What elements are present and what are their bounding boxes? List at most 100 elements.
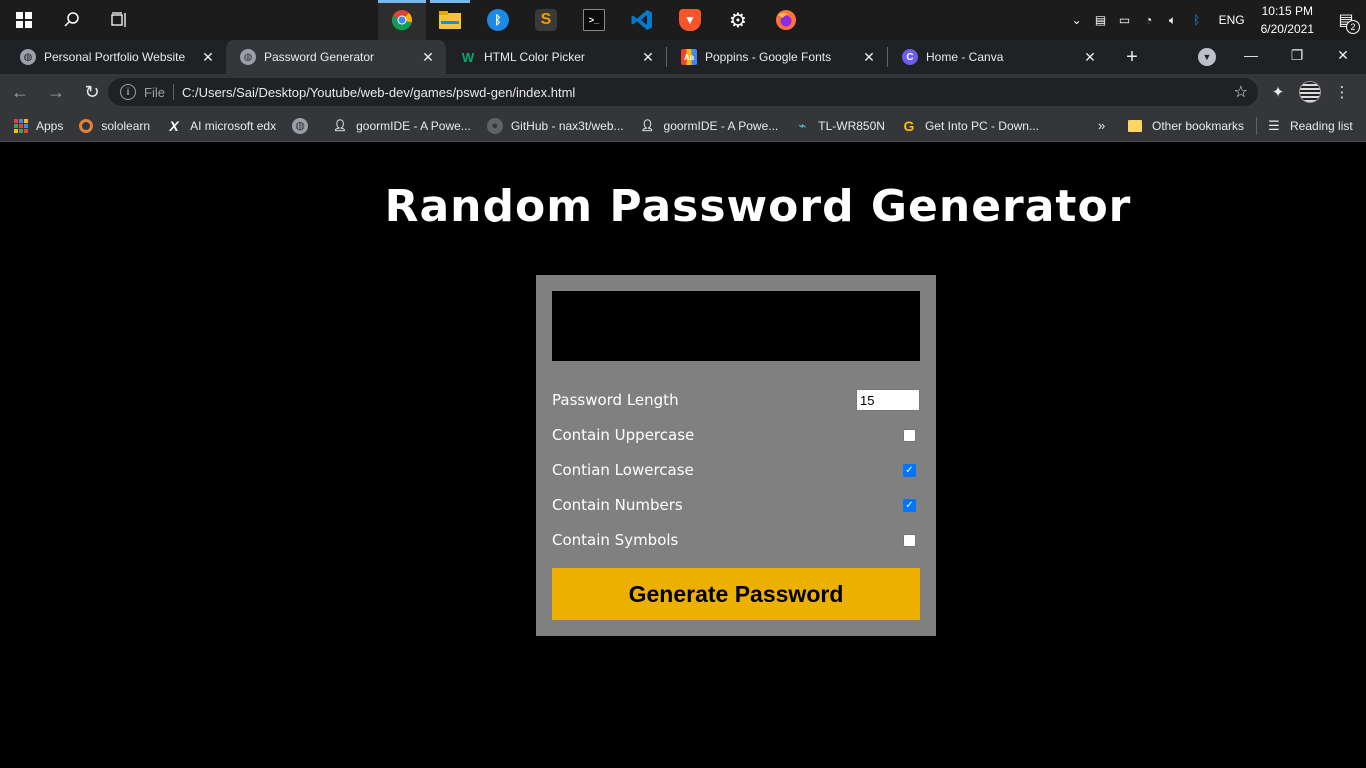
tab-search-icon[interactable]: ▼ [1198,48,1216,66]
reading-list[interactable]: ☰ Reading list [1266,118,1353,134]
url-text[interactable]: C:/Users/Sai/Desktop/Youtube/web-dev/gam… [182,85,575,100]
taskbar-chrome[interactable] [378,0,426,40]
tab-personal-portfolio[interactable]: ◍ Personal Portfolio Website ✕ [6,40,226,74]
bluetooth-tray-icon[interactable]: ᛒ [1185,0,1209,40]
chrome-icon [391,10,412,31]
wifi-icon[interactable]: ◔ [1137,0,1161,40]
close-icon[interactable]: ✕ [1082,49,1098,65]
tab-google-fonts[interactable]: Aa Poppins - Google Fonts ✕ [667,40,887,74]
taskbar-brave[interactable]: ▼ [666,0,714,40]
forward-icon[interactable]: → [40,76,72,108]
brave-icon: ▼ [679,9,701,31]
password-length-input[interactable] [856,389,920,411]
getintopc-icon: G [903,117,915,134]
setting-label: Contian Lowercase [552,461,694,479]
tab-strip: ◍ Personal Portfolio Website ✕ ◍ Passwor… [0,40,1366,74]
tab-password-generator[interactable]: ◍ Password Generator ✕ [226,40,446,74]
notification-center[interactable]: ▤ 2 [1326,0,1366,40]
tab-title: Home - Canva [926,50,1004,64]
minimize-icon[interactable]: — [1228,40,1274,70]
settings-icon: ⚙ [729,9,747,32]
close-icon[interactable]: ✕ [640,49,656,65]
profile-avatar[interactable] [1294,78,1326,106]
bookmark-tplink[interactable]: ⌁ TL-WR850N [794,118,885,134]
bookmark-label: GitHub - nax3t/web... [510,118,624,133]
star-icon[interactable]: ☆ [1234,82,1248,102]
taskbar-sublime[interactable]: S [522,0,570,40]
clock[interactable]: 10:15 PM 6/20/2021 [1255,2,1326,38]
lowercase-checkbox[interactable]: ✓ [903,463,916,477]
bookmark-label: TL-WR850N [818,118,885,133]
setting-label: Contain Symbols [552,531,679,549]
tab-title: Poppins - Google Fonts [705,50,832,64]
setting-symbols: Contain Symbols [552,528,920,552]
page-title: Random Password Generator [384,181,1132,232]
scheme-label: File [144,84,165,100]
chevron-up-icon[interactable]: ⌄ [1065,0,1089,40]
password-generator-card: Password Length Contain Uppercase Contia… [536,275,936,636]
setting-uppercase: Contain Uppercase [552,423,920,447]
bookmark-sololearn[interactable]: sololearn [79,118,150,133]
network-adapter-icon[interactable]: ▤ [1089,0,1113,40]
notification-count: 2 [1346,20,1360,34]
close-icon[interactable]: ✕ [200,49,216,65]
taskbar-vscode[interactable] [618,0,666,40]
symbols-checkbox[interactable] [903,533,916,547]
bookmark-goormide-2[interactable]: 👤︎ goormIDE - A Powe... [640,118,779,134]
window-close-icon[interactable]: ✕ [1320,40,1366,70]
github-icon: ● [486,117,503,134]
sublime-text-icon: S [535,9,557,31]
battery-icon[interactable]: ▭ [1113,0,1137,40]
uppercase-checkbox[interactable] [903,428,916,442]
search-icon[interactable] [48,0,96,40]
canva-icon: C [902,49,918,65]
system-tray: ⌄ ▤ ▭ ◔ 🔈︎ ᛒ ENG 10:15 PM 6/20/2021 ▤ 2 [1065,0,1366,40]
bookmark-goormide-1[interactable]: 👤︎ goormIDE - A Powe... [332,118,471,134]
info-icon[interactable]: i [120,84,136,100]
restore-icon[interactable]: ❐ [1274,40,1320,70]
bookmark-getintopc[interactable]: G Get Into PC - Down... [901,118,1039,134]
taskbar-firefox[interactable] [762,0,810,40]
password-result[interactable] [552,291,920,361]
generate-password-button[interactable]: Generate Password [552,568,920,620]
setting-label: Contain Uppercase [552,426,695,444]
close-icon[interactable]: ✕ [420,49,436,65]
tab-title: Password Generator [264,50,375,64]
extensions-icon[interactable]: ✦ [1262,78,1294,106]
bookmark-edx[interactable]: X AI microsoft edx [166,118,276,134]
volume-icon[interactable]: 🔈︎ [1161,0,1185,40]
taskbar-bluetooth[interactable]: ᛒ [474,0,522,40]
new-tab-button[interactable]: + [1118,43,1146,71]
setting-numbers: Contain Numbers ✓ [552,493,920,517]
bookmark-apps[interactable]: Apps [14,118,63,133]
taskbar-terminal[interactable]: >_ [570,0,618,40]
bookmark-github[interactable]: ● GitHub - nax3t/web... [486,117,624,134]
bookmark-globe[interactable]: ◍ [292,117,316,134]
apps-grid-icon [14,118,28,133]
reload-icon[interactable]: ↻ [76,76,108,108]
clock-date: 6/20/2021 [1260,22,1314,36]
tab-title: Personal Portfolio Website [44,50,186,64]
windows-start-icon[interactable] [0,0,48,40]
taskbar-settings[interactable]: ⚙ [714,0,762,40]
other-bookmarks[interactable]: Other bookmarks [1128,119,1244,133]
task-view-icon[interactable] [96,0,144,40]
tab-html-color-picker[interactable]: W HTML Color Picker ✕ [446,40,666,74]
menu-icon[interactable]: ⋮ [1326,78,1358,106]
setting-label: Contain Numbers [552,496,683,514]
bookmarks-bar: Apps sololearn X AI microsoft edx ◍ 👤︎ g… [0,110,1366,142]
bluetooth-icon: ᛒ [487,9,509,31]
folder-icon [1128,119,1142,132]
close-icon[interactable]: ✕ [861,49,877,65]
reading-list-label: Reading list [1290,118,1353,133]
numbers-checkbox[interactable]: ✓ [903,498,916,512]
omnibox-divider [172,84,174,100]
setting-password-length: Password Length [552,388,920,412]
input-language[interactable]: ENG [1209,13,1255,27]
more-bookmarks-chevron-icon[interactable]: » [1098,118,1105,133]
address-bar[interactable]: i File C:/Users/Sai/Desktop/Youtube/web-… [108,78,1258,106]
tab-canva[interactable]: C Home - Canva ✕ [888,40,1108,74]
back-icon[interactable]: ← [4,76,36,108]
terminal-icon: >_ [583,9,605,31]
taskbar-file-explorer[interactable] [426,0,474,40]
